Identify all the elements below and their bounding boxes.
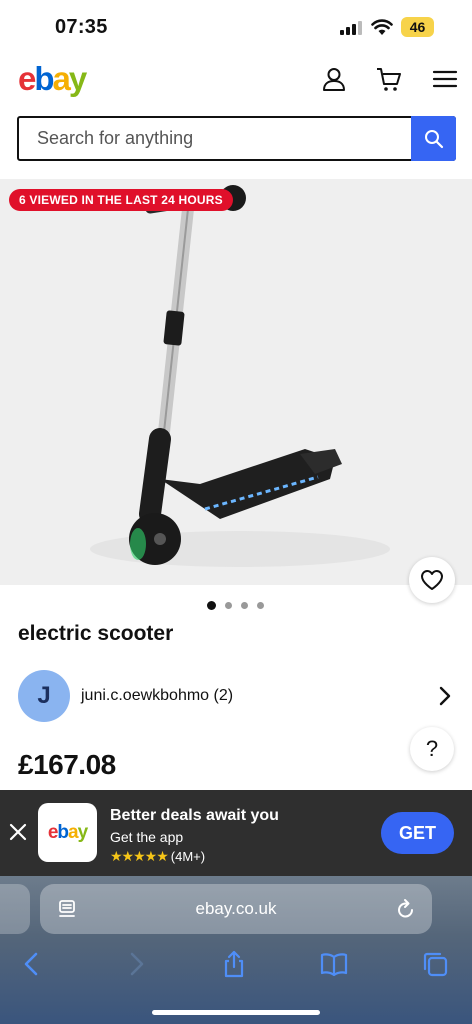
carousel-dot[interactable]: [241, 602, 248, 609]
ebay-app-logo: ebay: [38, 803, 97, 862]
forward-icon[interactable]: [122, 950, 150, 978]
bookmarks-icon[interactable]: [320, 950, 348, 978]
cart-icon[interactable]: [376, 66, 402, 92]
help-button[interactable]: ?: [410, 727, 454, 771]
battery-indicator: 46: [401, 17, 434, 37]
carousel-dot[interactable]: [207, 601, 216, 610]
browser-toolbar: ebay.co.uk: [0, 876, 472, 1024]
tabs-icon[interactable]: [421, 950, 449, 978]
reload-icon[interactable]: [396, 898, 416, 920]
status-time: 07:35: [55, 16, 108, 38]
address-bar[interactable]: ebay.co.uk: [40, 884, 432, 934]
carousel-dot[interactable]: [225, 602, 232, 609]
search-icon: [424, 129, 443, 148]
url-text: ebay.co.uk: [195, 899, 277, 918]
banner-title: Better deals await you: [110, 807, 279, 824]
user-icon[interactable]: [321, 66, 347, 92]
close-icon[interactable]: [9, 823, 27, 841]
rating-count: (4M+): [170, 849, 206, 864]
wifi-icon: [371, 19, 393, 35]
share-icon[interactable]: [220, 950, 248, 978]
watchlist-button[interactable]: [409, 557, 455, 603]
status-bar: 07:35 46: [0, 0, 472, 56]
seller-name: juni.c.oewkbohmo (2): [81, 687, 234, 704]
product-price: £167.08: [18, 749, 116, 780]
heart-icon: [421, 570, 443, 590]
banner-rating: ★★★★★ (4M+): [110, 848, 205, 865]
product-title: electric scooter: [18, 622, 174, 645]
menu-icon[interactable]: [432, 66, 458, 92]
search-bar: [17, 116, 456, 161]
site-header: ebay: [0, 56, 472, 112]
avatar: J: [18, 670, 70, 722]
chevron-right-icon: [439, 686, 451, 706]
search-input[interactable]: [19, 118, 412, 159]
seller-row[interactable]: J juni.c.oewkbohmo (2): [0, 668, 472, 726]
viewed-badge: 6 VIEWED IN THE LAST 24 HOURS: [9, 189, 233, 211]
home-indicator: [152, 1010, 320, 1015]
banner-subtitle: Get the app: [110, 829, 184, 845]
search-button[interactable]: [411, 116, 456, 161]
back-icon[interactable]: [18, 950, 46, 978]
cellular-signal-icon: [340, 21, 362, 35]
carousel-dot[interactable]: [257, 602, 264, 609]
star-rating-icon: ★★★★★: [110, 848, 169, 864]
get-app-button[interactable]: GET: [381, 812, 454, 854]
ebay-logo[interactable]: ebay: [18, 60, 87, 98]
image-carousel-dots: [207, 601, 264, 610]
app-download-banner: ebay Better deals await you Get the app …: [0, 790, 472, 876]
previous-tab[interactable]: [0, 884, 30, 934]
scooter-image: [90, 185, 390, 567]
product-image[interactable]: [0, 179, 472, 585]
